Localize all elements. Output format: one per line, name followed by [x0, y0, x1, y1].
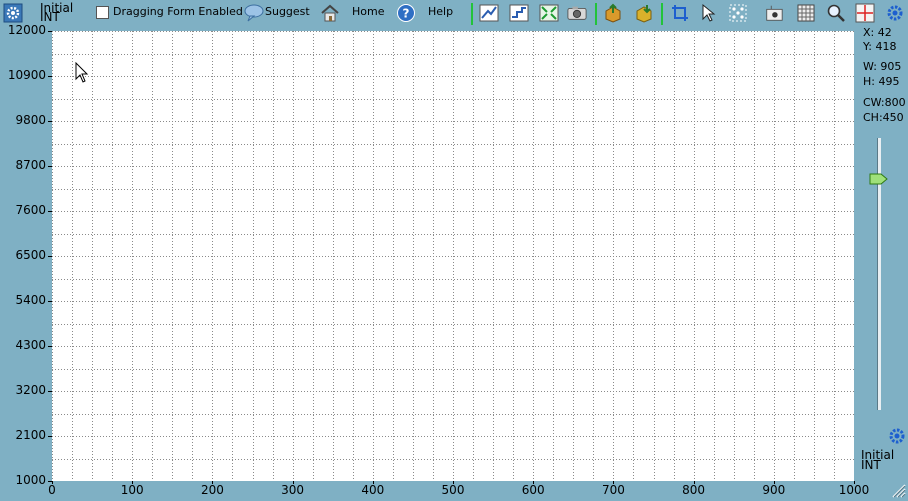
step-chart-icon[interactable]	[509, 3, 529, 23]
x-tick-mark	[694, 481, 695, 484]
view-eye-icon[interactable]	[764, 3, 784, 23]
zoom-icon[interactable]	[826, 3, 846, 23]
y-tick-label: 9800	[15, 113, 46, 127]
suggest-icon[interactable]	[244, 3, 264, 23]
home-label[interactable]: Home	[352, 5, 384, 18]
selection-grid-icon[interactable]	[728, 3, 748, 23]
x-tick-mark	[52, 481, 53, 484]
y-tick-label: 1000	[15, 473, 46, 487]
y-tick-label: 8700	[15, 158, 46, 172]
readout-cw: CW:800	[863, 96, 906, 109]
camera-icon[interactable]	[567, 3, 587, 23]
help-label[interactable]: Help	[428, 5, 453, 18]
y-tick-label: 3200	[15, 383, 46, 397]
bottom-gear-icon[interactable]	[887, 426, 907, 446]
y-tick-label: 7600	[15, 203, 46, 217]
y-tick-label: 10900	[7, 68, 46, 82]
separator	[471, 3, 473, 25]
crop-icon[interactable]	[670, 3, 690, 23]
pointer-select-icon[interactable]	[698, 3, 718, 23]
x-tick-mark	[293, 481, 294, 484]
x-tick-mark	[212, 481, 213, 484]
y-tick-label: 12000	[7, 23, 46, 37]
x-tick-label: 500	[441, 483, 465, 497]
x-tick-mark	[373, 481, 374, 484]
bottom-mode-label: Initial INT	[861, 449, 894, 471]
x-tick-mark	[774, 481, 775, 484]
x-tick-label: 700	[601, 483, 625, 497]
settings-gear-icon[interactable]	[3, 3, 23, 23]
separator	[661, 3, 663, 25]
zoom-slider-thumb[interactable]	[869, 172, 889, 186]
fit-view-icon[interactable]	[539, 3, 559, 23]
readout-y: Y: 418	[863, 40, 897, 53]
separator	[595, 3, 597, 25]
svg-text:?: ?	[403, 7, 410, 21]
dragging-label: Dragging Form Enabled	[113, 5, 243, 18]
y-tick-label: 4300	[15, 338, 46, 352]
help-icon[interactable]: ?	[396, 3, 416, 23]
open-package-icon[interactable]	[603, 3, 623, 23]
x-tick-label: 100	[120, 483, 144, 497]
home-icon[interactable]	[320, 3, 340, 23]
dragging-checkbox[interactable]	[96, 6, 109, 19]
x-tick-mark	[854, 481, 855, 484]
readout-ch: CH:450	[863, 111, 904, 124]
x-tick-label: 600	[521, 483, 545, 497]
grid-icon[interactable]	[796, 3, 816, 23]
crosshair-chart-icon[interactable]	[855, 3, 875, 23]
plot-area[interactable]	[52, 31, 854, 481]
x-tick-label: 400	[361, 483, 385, 497]
config-gear-icon[interactable]	[885, 3, 905, 23]
x-tick-mark	[453, 481, 454, 484]
mouse-cursor-icon	[75, 61, 89, 87]
readout-w: W: 905	[863, 60, 902, 73]
suggest-label[interactable]: Suggest	[265, 5, 310, 18]
y-tick-label: 2100	[15, 428, 46, 442]
x-tick-label: 200	[200, 483, 224, 497]
x-tick-mark	[533, 481, 534, 484]
save-package-icon[interactable]	[634, 3, 654, 23]
x-tick-label: 0	[48, 483, 56, 497]
x-tick-label: 1000	[838, 483, 870, 497]
mode-label: Initial INT	[40, 2, 73, 23]
x-tick-label: 900	[762, 483, 786, 497]
line-chart-icon[interactable]	[479, 3, 499, 23]
x-tick-mark	[613, 481, 614, 484]
readout-h: H: 495	[863, 75, 900, 88]
x-tick-label: 300	[281, 483, 305, 497]
toolbar: Initial INT Dragging Form Enabled Sugges…	[0, 0, 908, 26]
plot-grid	[52, 31, 854, 481]
x-tick-mark	[132, 481, 133, 484]
resize-grip-icon[interactable]	[890, 482, 906, 498]
readout-x: X: 42	[863, 26, 892, 39]
x-tick-label: 800	[682, 483, 706, 497]
y-tick-label: 6500	[15, 248, 46, 262]
y-tick-label: 5400	[15, 293, 46, 307]
